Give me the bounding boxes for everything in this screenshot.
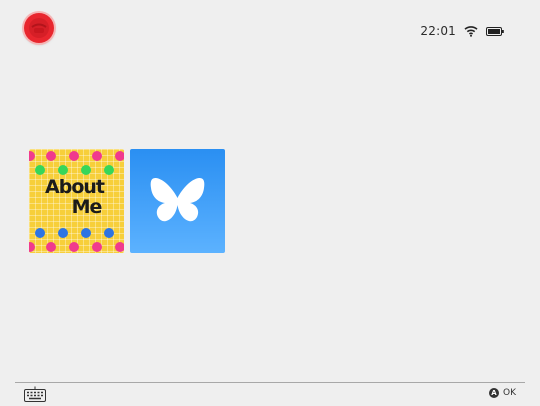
battery-icon [486, 26, 504, 36]
dot [104, 165, 114, 175]
dot [104, 228, 114, 238]
status-bar: 22:01 [420, 23, 504, 39]
about-line-2: Me [71, 196, 103, 218]
about-line-1: About [45, 176, 105, 198]
ok-hint[interactable]: A OK [489, 388, 516, 398]
dot [92, 151, 102, 161]
about-me-title: About Me [29, 177, 124, 217]
keyboard-icon[interactable] [24, 386, 46, 406]
footer-divider [15, 382, 525, 383]
dot [81, 228, 91, 238]
avatar[interactable] [24, 13, 54, 43]
dot [29, 242, 35, 252]
about-me-tile[interactable]: About Me [29, 149, 124, 253]
dot [46, 242, 56, 252]
dot [29, 151, 35, 161]
tile-row: About Me [29, 149, 225, 253]
wifi-icon [464, 25, 478, 37]
bluesky-tile[interactable] [130, 149, 225, 253]
dot [69, 242, 79, 252]
butterfly-icon [150, 177, 205, 222]
dot [58, 228, 68, 238]
dot [46, 151, 56, 161]
dot [69, 151, 79, 161]
dot [35, 228, 45, 238]
dot [58, 165, 68, 175]
dot [115, 242, 124, 252]
a-button-icon: A [489, 388, 499, 398]
dot [35, 165, 45, 175]
dot [81, 165, 91, 175]
ok-label: OK [503, 388, 516, 398]
clock: 22:01 [420, 24, 456, 38]
avatar-face-icon [29, 18, 49, 38]
dot [92, 242, 102, 252]
dot [115, 151, 124, 161]
